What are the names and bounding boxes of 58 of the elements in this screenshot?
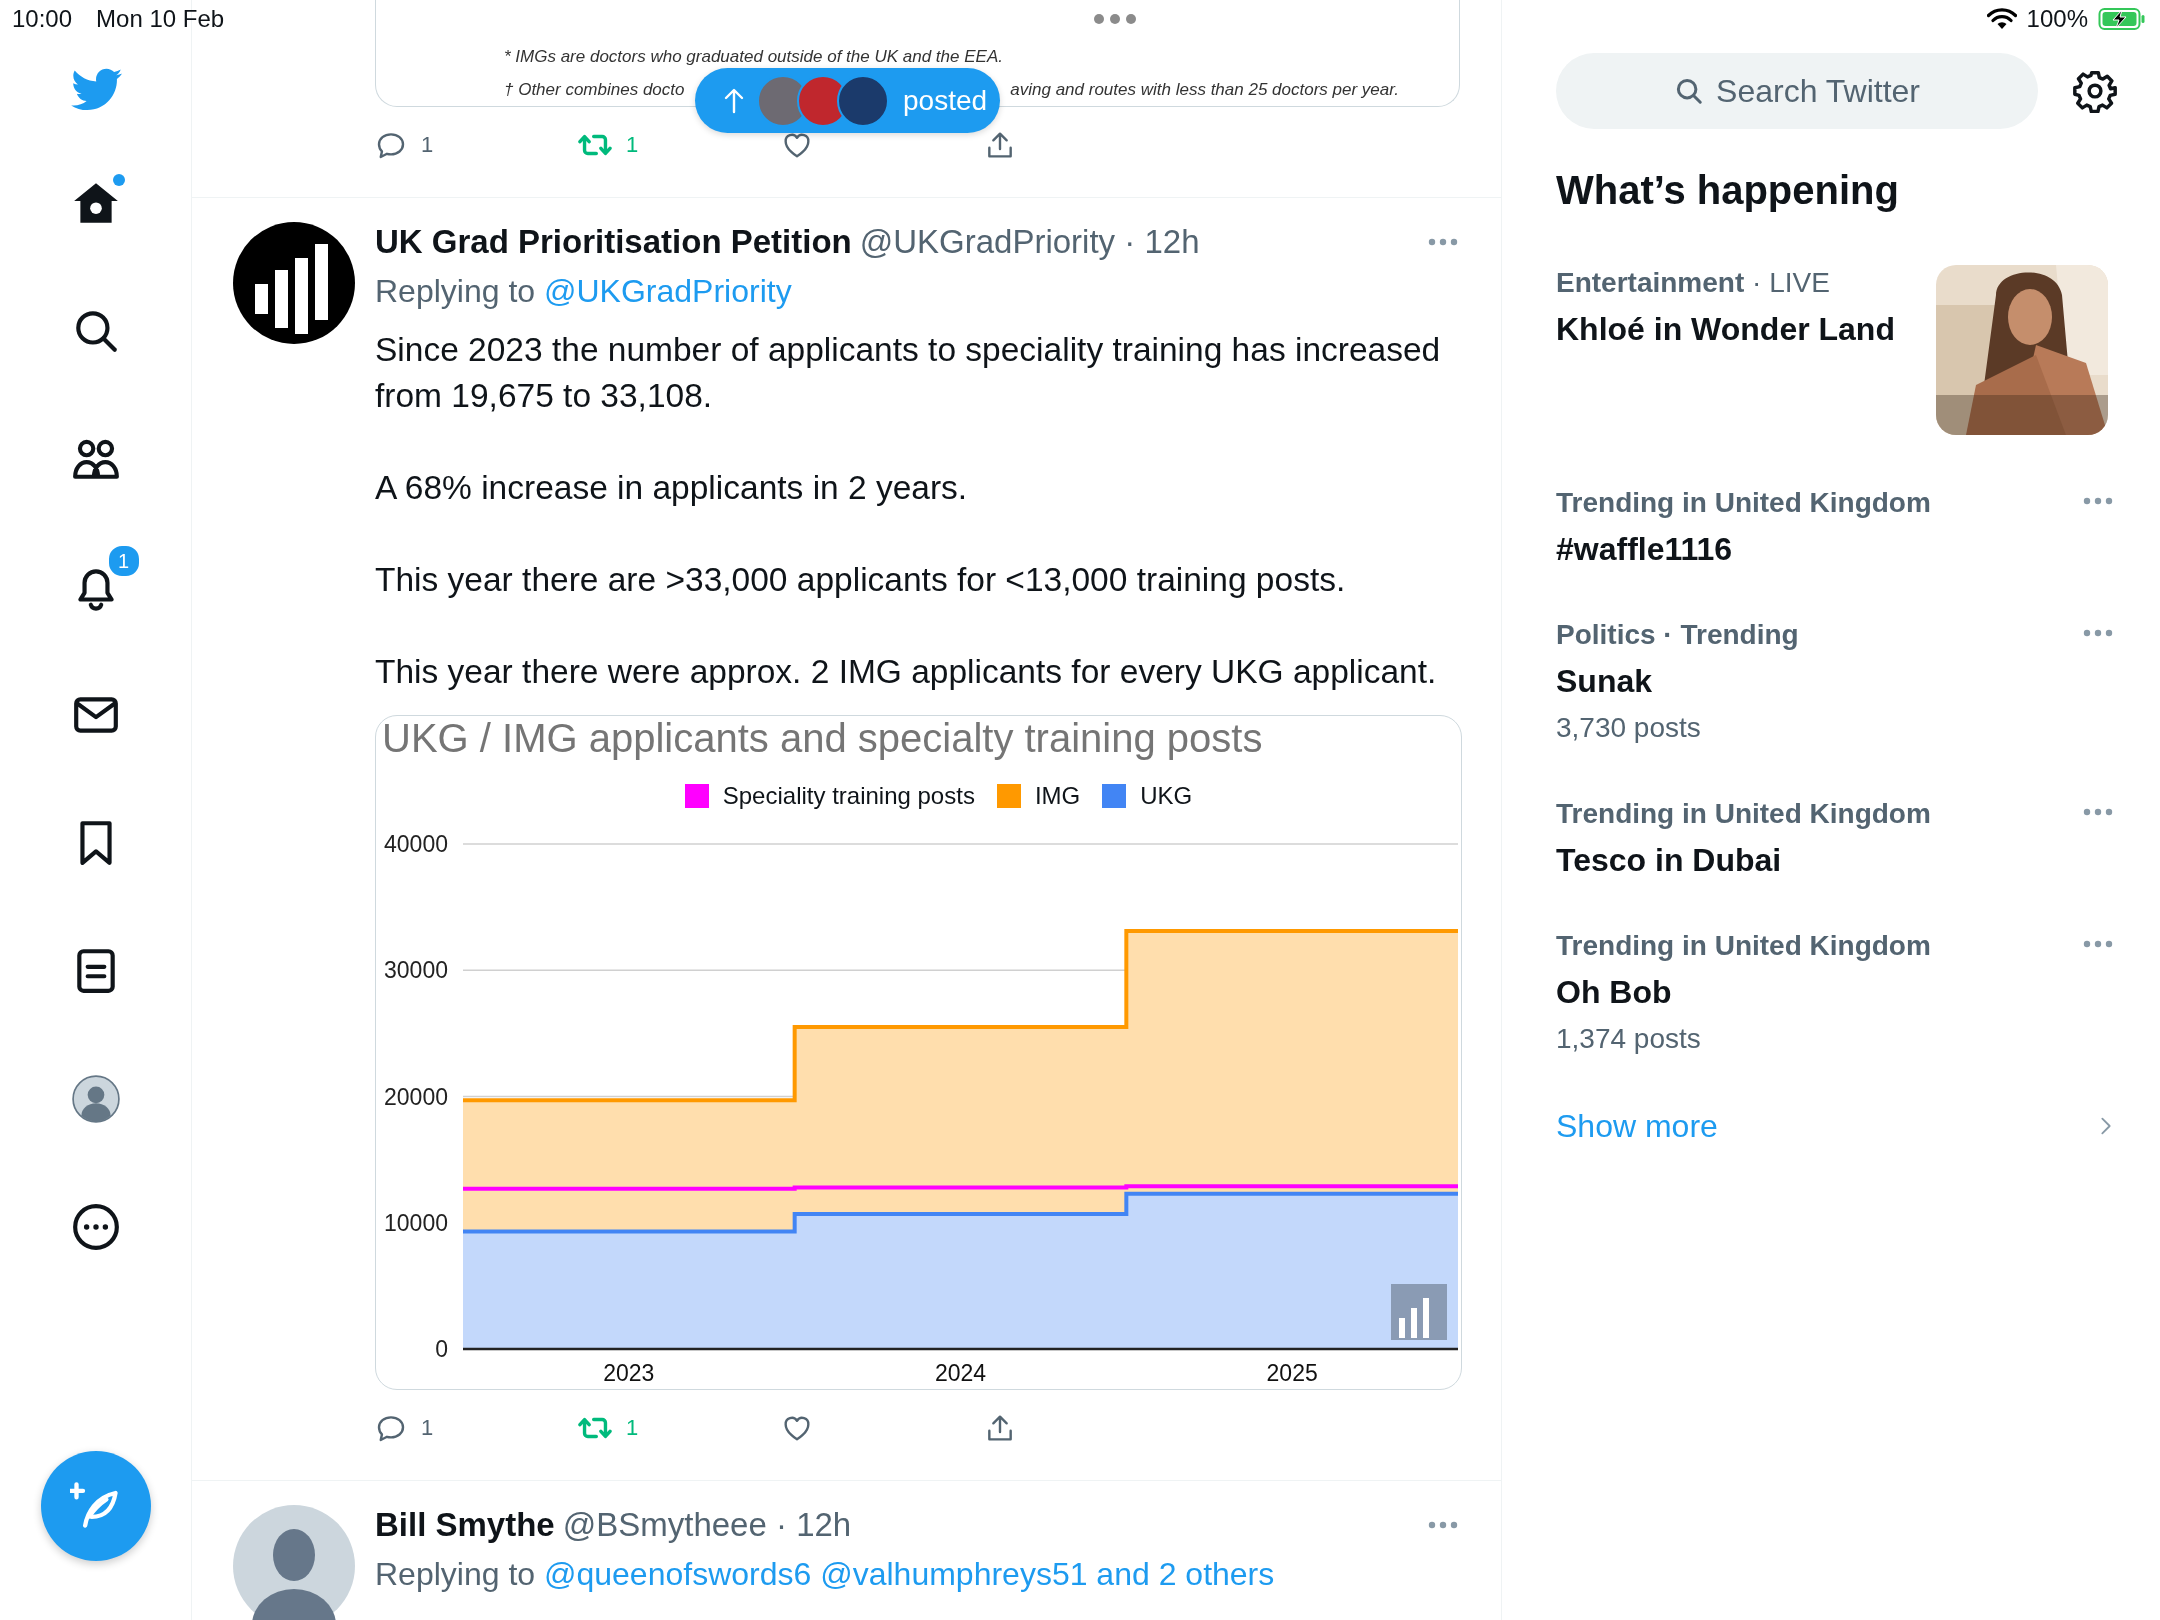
tick-label: 10000: [384, 1209, 448, 1236]
section-title: What’s happening: [1556, 167, 1900, 214]
trend-category: Trending in United Kingdom: [1556, 487, 1931, 518]
up-arrow-icon: [723, 87, 745, 114]
tweet-text: Since 2023 the number of applicants to speciality training has increased from 19,675 to 33,108.: [375, 330, 1442, 416]
trend-category: Trending in United Kingdom: [1556, 930, 1931, 961]
tick-label: 20000: [384, 1083, 448, 1110]
compose-button[interactable]: [40, 1451, 151, 1561]
multitask-icon[interactable]: [1093, 13, 1138, 25]
legend-label: IMG: [1034, 782, 1081, 810]
footnote-text: * IMGs are doctors who graduated outside of the UK and the EEA.: [504, 46, 1003, 68]
trend-status: · LIVE: [1752, 267, 1830, 298]
retweet-count: 1: [626, 1415, 639, 1441]
tweet-text: This year there were approx. 2 IMG applicants for every UKG applicant.: [375, 652, 1438, 692]
author-handle[interactable]: @BSmytheee · 12h: [562, 1506, 852, 1544]
avatar[interactable]: [233, 222, 355, 344]
trend-title[interactable]: Tesco in Dubai: [1556, 842, 2083, 878]
reply-context: Replying to @UKGradPriority: [375, 272, 793, 311]
category-label: 2023: [603, 1360, 655, 1386]
footnote-text: aving and routes with less than 25 doctors per year.: [1010, 79, 1399, 101]
tick-label: 30000: [384, 957, 448, 984]
author-name[interactable]: Bill Smythe: [375, 1506, 555, 1544]
footnote-text: † Other combines docto: [504, 79, 685, 101]
notification-badge: 1: [106, 544, 141, 578]
status-date: Mon 10 Feb: [96, 5, 225, 33]
reply-context: Replying to @queenofswords6 @valhumphreys51 and 2 others: [375, 1555, 1276, 1594]
more-icon[interactable]: [70, 1202, 121, 1252]
reply-count: 1: [421, 1415, 434, 1441]
category-label: 2025: [1266, 1360, 1318, 1386]
retweet-count: 1: [626, 132, 639, 158]
trend-title[interactable]: Khloé in Wonder Land: [1556, 311, 1936, 347]
battery-percent: 100%: [2026, 5, 2088, 33]
reply-count: 1: [421, 132, 434, 158]
tick-label: 0: [435, 1336, 448, 1362]
legend-label: UKG: [1140, 782, 1193, 810]
bird-icon[interactable]: [68, 67, 123, 113]
post-count: 1,374 posts: [1556, 1022, 1702, 1056]
search-icon: [1674, 76, 1705, 106]
category-label: 2024: [934, 1360, 987, 1386]
trend-category: Trending in United Kingdom: [1556, 798, 1931, 829]
settings-icon[interactable]: [2073, 69, 2117, 113]
legend-label: Speciality training posts: [722, 782, 975, 810]
author-name[interactable]: UK Grad Prioritisation Petition: [375, 223, 852, 261]
chart-title: UKG / IMG applicants and specialty training posts: [381, 716, 1264, 760]
post-count: 3,730 posts: [1556, 711, 1702, 745]
search-field[interactable]: Search Twitter: [1556, 53, 2038, 129]
trend-category: Politics · Trending: [1556, 619, 1799, 650]
bar-chart-icon: [1391, 1284, 1447, 1340]
status-time: 10:00: [12, 5, 73, 33]
trend-title[interactable]: Sunak: [1556, 663, 2083, 699]
wifi-icon: [1986, 8, 2017, 30]
tick-label: 40000: [384, 831, 448, 857]
trend-title[interactable]: #waffle1116: [1556, 531, 2083, 567]
trend-title[interactable]: Oh Bob: [1556, 974, 2083, 1010]
tweet-text: This year there are >33,000 applicants for <13,000 training posts.: [375, 560, 1347, 600]
author-handle[interactable]: @UKGradPriority · 12h: [859, 223, 1200, 261]
tweet-text: A 68% increase in applicants in 2 years.: [375, 468, 969, 508]
trend-category: Entertainment: [1556, 267, 1745, 298]
